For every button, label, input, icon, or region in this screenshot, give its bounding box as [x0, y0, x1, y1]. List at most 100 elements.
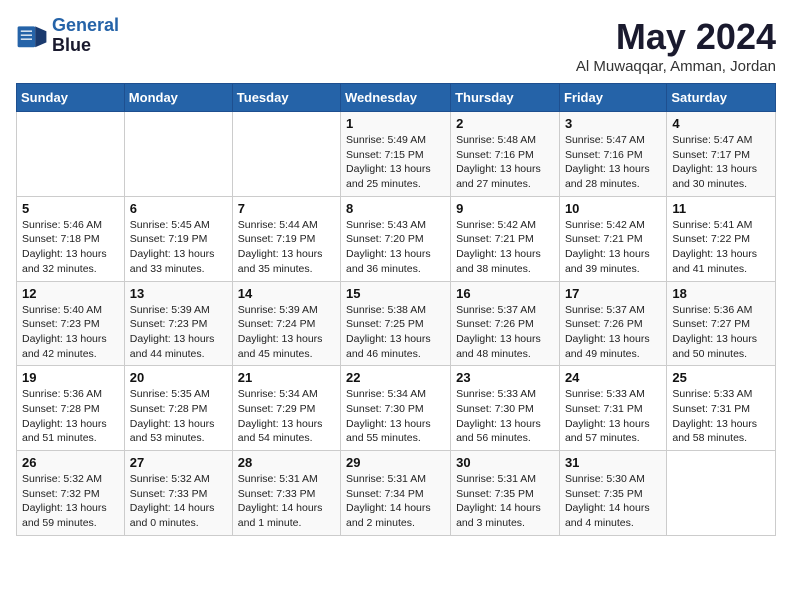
- day-number: 1: [346, 116, 445, 131]
- day-number: 4: [672, 116, 770, 131]
- day-cell: 2 Sunrise: 5:48 AMSunset: 7:16 PMDaylight…: [451, 112, 560, 197]
- header-cell-wednesday: Wednesday: [341, 84, 451, 112]
- day-info: Sunrise: 5:36 AMSunset: 7:28 PMDaylight:…: [22, 387, 119, 446]
- day-cell: 13 Sunrise: 5:39 AMSunset: 7:23 PMDayligh…: [124, 281, 232, 366]
- day-cell: [124, 112, 232, 197]
- day-cell: 4 Sunrise: 5:47 AMSunset: 7:17 PMDaylight…: [667, 112, 776, 197]
- day-number: 10: [565, 201, 661, 216]
- day-info: Sunrise: 5:42 AMSunset: 7:21 PMDaylight:…: [565, 218, 661, 277]
- day-number: 6: [130, 201, 227, 216]
- day-info: Sunrise: 5:33 AMSunset: 7:30 PMDaylight:…: [456, 387, 554, 446]
- day-info: Sunrise: 5:40 AMSunset: 7:23 PMDaylight:…: [22, 303, 119, 362]
- day-number: 27: [130, 455, 227, 470]
- day-number: 20: [130, 370, 227, 385]
- day-info: Sunrise: 5:38 AMSunset: 7:25 PMDaylight:…: [346, 303, 445, 362]
- week-row-5: 26Sunrise: 5:32 AMSunset: 7:32 PMDayligh…: [17, 451, 776, 536]
- day-cell: 6 Sunrise: 5:45 AMSunset: 7:19 PMDaylight…: [124, 196, 232, 281]
- day-info: Sunrise: 5:46 AMSunset: 7:18 PMDaylight:…: [22, 218, 119, 277]
- calendar-body: 1 Sunrise: 5:49 AMSunset: 7:15 PMDaylight…: [17, 112, 776, 536]
- day-cell: 11 Sunrise: 5:41 AMSunset: 7:22 PMDayligh…: [667, 196, 776, 281]
- day-number: 21: [238, 370, 335, 385]
- day-number: 5: [22, 201, 119, 216]
- day-cell: 27 Sunrise: 5:32 AMSunset: 7:33 PMDayligh…: [124, 451, 232, 536]
- day-cell: [17, 112, 125, 197]
- day-cell: 22 Sunrise: 5:34 AMSunset: 7:30 PMDayligh…: [341, 366, 451, 451]
- day-cell: 25 Sunrise: 5:33 AMSunset: 7:31 PMDayligh…: [667, 366, 776, 451]
- week-row-3: 12 Sunrise: 5:40 AMSunset: 7:23 PMDayligh…: [17, 281, 776, 366]
- day-number: 29: [346, 455, 445, 470]
- day-info: Sunrise: 5:32 AMSunset: 7:33 PMDaylight:…: [130, 472, 227, 531]
- day-cell: 7 Sunrise: 5:44 AMSunset: 7:19 PMDaylight…: [232, 196, 340, 281]
- day-cell: 30Sunrise: 5:31 AMSunset: 7:35 PMDayligh…: [451, 451, 560, 536]
- day-cell: 1 Sunrise: 5:49 AMSunset: 7:15 PMDaylight…: [341, 112, 451, 197]
- header-cell-tuesday: Tuesday: [232, 84, 340, 112]
- day-number: 15: [346, 286, 445, 301]
- day-info: Sunrise: 5:47 AMSunset: 7:17 PMDaylight:…: [672, 133, 770, 192]
- day-info: Sunrise: 5:31 AMSunset: 7:33 PMDaylight:…: [238, 472, 335, 531]
- day-cell: 5 Sunrise: 5:46 AMSunset: 7:18 PMDaylight…: [17, 196, 125, 281]
- day-cell: [667, 451, 776, 536]
- day-number: 3: [565, 116, 661, 131]
- day-cell: 23 Sunrise: 5:33 AMSunset: 7:30 PMDayligh…: [451, 366, 560, 451]
- header-cell-monday: Monday: [124, 84, 232, 112]
- day-cell: 16Sunrise: 5:37 AMSunset: 7:26 PMDayligh…: [451, 281, 560, 366]
- day-number: 9: [456, 201, 554, 216]
- week-row-4: 19Sunrise: 5:36 AMSunset: 7:28 PMDayligh…: [17, 366, 776, 451]
- day-info: Sunrise: 5:47 AMSunset: 7:16 PMDaylight:…: [565, 133, 661, 192]
- calendar-header: SundayMondayTuesdayWednesdayThursdayFrid…: [17, 84, 776, 112]
- title-block: May 2024 Al Muwaqqar, Amman, Jordan: [576, 16, 776, 75]
- day-info: Sunrise: 5:35 AMSunset: 7:28 PMDaylight:…: [130, 387, 227, 446]
- day-cell: 18 Sunrise: 5:36 AMSunset: 7:27 PMDayligh…: [667, 281, 776, 366]
- header-row: SundayMondayTuesdayWednesdayThursdayFrid…: [17, 84, 776, 112]
- day-cell: 31Sunrise: 5:30 AMSunset: 7:35 PMDayligh…: [559, 451, 666, 536]
- logo: General Blue: [16, 16, 119, 56]
- day-number: 30: [456, 455, 554, 470]
- day-cell: 3 Sunrise: 5:47 AMSunset: 7:16 PMDaylight…: [559, 112, 666, 197]
- day-info: Sunrise: 5:41 AMSunset: 7:22 PMDaylight:…: [672, 218, 770, 277]
- day-cell: 28 Sunrise: 5:31 AMSunset: 7:33 PMDayligh…: [232, 451, 340, 536]
- day-number: 25: [672, 370, 770, 385]
- day-info: Sunrise: 5:34 AMSunset: 7:30 PMDaylight:…: [346, 387, 445, 446]
- day-info: Sunrise: 5:33 AMSunset: 7:31 PMDaylight:…: [672, 387, 770, 446]
- day-cell: 15 Sunrise: 5:38 AMSunset: 7:25 PMDayligh…: [341, 281, 451, 366]
- day-number: 7: [238, 201, 335, 216]
- day-info: Sunrise: 5:36 AMSunset: 7:27 PMDaylight:…: [672, 303, 770, 362]
- day-info: Sunrise: 5:44 AMSunset: 7:19 PMDaylight:…: [238, 218, 335, 277]
- day-cell: 8 Sunrise: 5:43 AMSunset: 7:20 PMDaylight…: [341, 196, 451, 281]
- day-cell: 26Sunrise: 5:32 AMSunset: 7:32 PMDayligh…: [17, 451, 125, 536]
- day-cell: 24Sunrise: 5:33 AMSunset: 7:31 PMDayligh…: [559, 366, 666, 451]
- header-cell-friday: Friday: [559, 84, 666, 112]
- day-info: Sunrise: 5:45 AMSunset: 7:19 PMDaylight:…: [130, 218, 227, 277]
- day-number: 16: [456, 286, 554, 301]
- day-number: 23: [456, 370, 554, 385]
- week-row-1: 1 Sunrise: 5:49 AMSunset: 7:15 PMDaylight…: [17, 112, 776, 197]
- day-number: 24: [565, 370, 661, 385]
- day-number: 12: [22, 286, 119, 301]
- day-cell: 10 Sunrise: 5:42 AMSunset: 7:21 PMDayligh…: [559, 196, 666, 281]
- logo-icon: [16, 20, 48, 52]
- day-info: Sunrise: 5:30 AMSunset: 7:35 PMDaylight:…: [565, 472, 661, 531]
- day-number: 13: [130, 286, 227, 301]
- day-number: 22: [346, 370, 445, 385]
- day-info: Sunrise: 5:49 AMSunset: 7:15 PMDaylight:…: [346, 133, 445, 192]
- day-number: 28: [238, 455, 335, 470]
- day-cell: 17 Sunrise: 5:37 AMSunset: 7:26 PMDayligh…: [559, 281, 666, 366]
- location: Al Muwaqqar, Amman, Jordan: [576, 58, 776, 75]
- day-number: 14: [238, 286, 335, 301]
- day-number: 18: [672, 286, 770, 301]
- day-cell: 9 Sunrise: 5:42 AMSunset: 7:21 PMDaylight…: [451, 196, 560, 281]
- day-cell: 12 Sunrise: 5:40 AMSunset: 7:23 PMDayligh…: [17, 281, 125, 366]
- day-info: Sunrise: 5:37 AMSunset: 7:26 PMDaylight:…: [565, 303, 661, 362]
- day-cell: 20 Sunrise: 5:35 AMSunset: 7:28 PMDayligh…: [124, 366, 232, 451]
- day-info: Sunrise: 5:43 AMSunset: 7:20 PMDaylight:…: [346, 218, 445, 277]
- day-info: Sunrise: 5:48 AMSunset: 7:16 PMDaylight:…: [456, 133, 554, 192]
- day-info: Sunrise: 5:39 AMSunset: 7:24 PMDaylight:…: [238, 303, 335, 362]
- day-number: 17: [565, 286, 661, 301]
- day-number: 8: [346, 201, 445, 216]
- calendar-table: SundayMondayTuesdayWednesdayThursdayFrid…: [16, 83, 776, 536]
- day-info: Sunrise: 5:42 AMSunset: 7:21 PMDaylight:…: [456, 218, 554, 277]
- week-row-2: 5 Sunrise: 5:46 AMSunset: 7:18 PMDaylight…: [17, 196, 776, 281]
- day-number: 2: [456, 116, 554, 131]
- day-info: Sunrise: 5:39 AMSunset: 7:23 PMDaylight:…: [130, 303, 227, 362]
- day-number: 11: [672, 201, 770, 216]
